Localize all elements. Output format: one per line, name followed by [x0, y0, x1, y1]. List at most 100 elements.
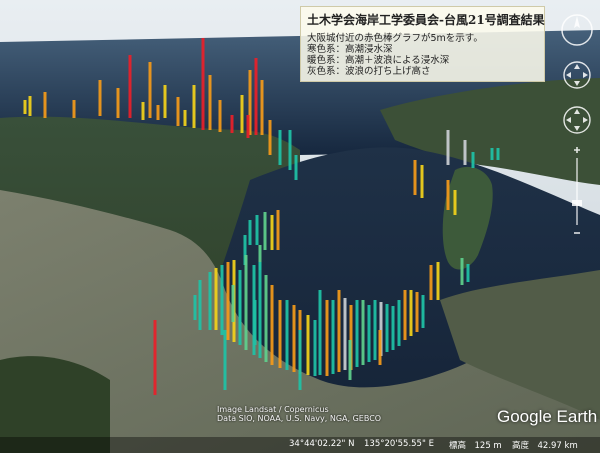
bar-marker-cyan	[220, 265, 224, 335]
bar-marker-yellow	[163, 85, 167, 118]
bar-marker-yellow	[453, 190, 457, 215]
bar-marker-cyan	[313, 320, 317, 376]
bar-marker-orange	[325, 300, 329, 376]
bar-marker-cyan	[397, 300, 401, 346]
bar-marker-cyan	[496, 148, 500, 160]
legend-line-cold: 寒色系：高潮浸水深	[307, 44, 393, 55]
bar-marker-yellow	[23, 100, 27, 114]
longitude-readout: 135°20'55.55" E	[364, 439, 434, 449]
bar-marker-orange	[218, 100, 222, 132]
bar-marker-yellow	[141, 102, 145, 120]
bar-marker-yellow	[409, 290, 413, 336]
bar-marker-orange	[72, 100, 76, 118]
bar-marker-yellow	[192, 85, 196, 128]
bar-marker-green	[348, 340, 352, 380]
bar-marker-cyan	[248, 220, 252, 245]
bar-marker-orange	[208, 75, 212, 130]
zoom-in-icon[interactable]	[574, 147, 580, 153]
zoom-slider[interactable]	[572, 158, 582, 225]
bar-marker-red	[153, 320, 157, 395]
look-joystick-icon[interactable]	[563, 61, 591, 89]
legend-title: 土木学会海岸工学委員会-台風21号調査結果	[307, 13, 545, 27]
bar-marker-cyan	[208, 272, 212, 330]
attribution-line-2: Data SIO, NOAA, U.S. Navy, NGA, GEBCO	[217, 414, 382, 423]
bar-marker-yellow	[183, 110, 187, 126]
status-bar: 34°44'02.22" N 135°20'55.55" E 標高 125 m …	[0, 437, 600, 453]
bar-marker-green	[244, 255, 248, 350]
bar-marker-gray	[463, 140, 467, 165]
bar-marker-green	[231, 285, 235, 322]
bar-marker-orange	[276, 210, 280, 250]
bar-marker-cyan	[298, 330, 302, 390]
bar-marker-cyan	[238, 290, 242, 330]
bar-marker-orange	[156, 105, 160, 120]
bar-marker-gray	[343, 298, 347, 370]
attribution-line-1: Image Landsat / Copernicus	[217, 405, 329, 414]
legend-line-gray: 灰色系：波浪の打ち上げ高さ	[307, 66, 431, 77]
bar-marker-cyan	[367, 305, 371, 362]
bar-marker-cyan	[471, 152, 475, 168]
bar-marker-orange	[413, 160, 417, 195]
bar-marker-orange	[278, 300, 282, 368]
bar-marker-cyan	[253, 300, 257, 345]
bar-marker-red	[254, 58, 258, 135]
bar-marker-green	[361, 300, 365, 365]
imagery-attribution: Image Landsat / Copernicus Data SIO, NOA…	[217, 405, 381, 423]
bar-marker-orange	[378, 330, 382, 365]
bar-marker-cyan	[318, 290, 322, 375]
bar-marker-orange	[446, 180, 450, 210]
google-earth-logo: Google Earth	[497, 407, 598, 426]
move-joystick-icon[interactable]	[563, 106, 591, 134]
bar-marker-orange	[226, 262, 230, 340]
bar-marker-green	[460, 258, 464, 285]
bar-marker-orange	[268, 120, 272, 155]
legend-panel: 土木学会海岸工学委員会-台風21号調査結果 大阪城付近の赤色棒グラフが5mを示す…	[300, 6, 545, 82]
bar-marker-green	[264, 275, 268, 362]
bar-marker-orange	[148, 62, 152, 118]
bar-marker-yellow	[270, 215, 274, 250]
bar-marker-orange	[98, 80, 102, 116]
bar-marker-orange	[260, 80, 264, 135]
bar-marker-cyan	[193, 295, 197, 320]
bar-marker-cyan	[490, 148, 494, 160]
legend-line-scale: 大阪城付近の赤色棒グラフが5mを示す。	[307, 33, 483, 44]
legend-line-warm: 暖色系：高潮＋波浪による浸水深	[307, 55, 450, 66]
bar-marker-gray	[446, 130, 450, 165]
bar-marker-cyan	[466, 264, 470, 282]
bar-marker-yellow	[28, 96, 32, 116]
bar-marker-cyan	[331, 300, 335, 374]
bar-marker-cyan	[391, 306, 395, 350]
bar-marker-cyan	[285, 300, 289, 370]
bar-marker-orange	[292, 305, 296, 372]
bar-marker-orange	[429, 265, 433, 300]
map-view[interactable]: 土木学会海岸工学委員会-台風21号調査結果 大阪城付近の赤色棒グラフが5mを示す…	[0, 0, 600, 453]
bar-marker-orange	[415, 292, 419, 332]
bar-marker-cyan	[373, 300, 377, 360]
bar-marker-cyan	[385, 304, 389, 352]
bar-marker-yellow	[240, 95, 244, 133]
bar-marker-green	[263, 212, 267, 250]
bar-marker-red	[128, 55, 132, 118]
bar-marker-cyan	[278, 130, 282, 165]
bar-marker-orange	[43, 92, 47, 118]
bar-marker-cyan	[421, 295, 425, 328]
bar-marker-cyan	[223, 330, 227, 390]
bar-marker-yellow	[420, 165, 424, 198]
bar-marker-yellow	[214, 268, 218, 330]
bar-marker-yellow	[306, 315, 310, 375]
altitude-readout: 高度 42.97 km	[512, 441, 578, 451]
bar-marker-orange	[116, 88, 120, 118]
bar-marker-cyan	[258, 262, 262, 358]
bar-marker-orange	[270, 285, 274, 365]
bar-marker-cyan	[198, 280, 202, 330]
latitude-readout: 34°44'02.22" N	[289, 439, 355, 449]
bar-marker-yellow	[436, 262, 440, 300]
bar-marker-red	[246, 115, 250, 138]
bar-marker-red	[201, 38, 205, 130]
navigation-controls[interactable]	[555, 0, 600, 250]
bar-marker-cyan	[355, 300, 359, 367]
bar-marker-orange	[403, 290, 407, 340]
bar-marker-cyan	[255, 215, 259, 245]
compass-icon[interactable]	[561, 14, 593, 46]
bar-marker-cyan	[288, 130, 292, 170]
